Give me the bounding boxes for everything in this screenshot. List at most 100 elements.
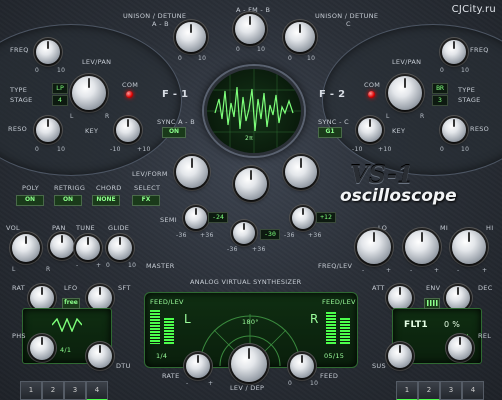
eq-lo-plus: +: [386, 267, 392, 274]
levform-knob-c[interactable]: [285, 156, 317, 188]
unison-detune-c-knob[interactable]: [285, 22, 315, 52]
tune-knob[interactable]: [76, 236, 100, 260]
lfo-ratio-display: 4/1: [60, 346, 72, 354]
f2-levpan-knob[interactable]: [388, 76, 422, 110]
f2-stage-display[interactable]: 3: [432, 95, 448, 106]
fx-feedlev-right-label: FEED/LEV: [322, 298, 356, 306]
semi-knob-c[interactable]: [292, 207, 314, 229]
tab-right-4[interactable]: 4: [462, 381, 484, 400]
env-bars-button[interactable]: [424, 298, 440, 309]
unison-detune-ab-knob[interactable]: [176, 22, 206, 52]
afm-knob[interactable]: [235, 14, 265, 44]
udc-max: 10: [307, 55, 316, 62]
unison-detune-ab-label: UNISON / DETUNE: [123, 12, 187, 20]
vol-l: L: [12, 266, 16, 273]
chord-button[interactable]: NONE: [92, 195, 120, 206]
pan-knob[interactable]: [50, 234, 74, 258]
env-rel-knob[interactable]: [448, 336, 472, 360]
fx-meter-right-b: [340, 318, 350, 344]
semi-label: SEMI: [160, 216, 177, 224]
f2-type-display[interactable]: BR: [432, 83, 448, 94]
f1-freq-min: 0: [35, 67, 40, 74]
env-sus-knob[interactable]: [388, 344, 412, 368]
f1-key-knob[interactable]: [116, 118, 140, 142]
f2-com-led[interactable]: [368, 91, 375, 98]
lfo-dtu-knob[interactable]: [88, 344, 112, 368]
fx-rate-label: RATE: [162, 372, 180, 380]
env-att-knob[interactable]: [388, 286, 412, 310]
f2-freq-knob[interactable]: [442, 40, 466, 64]
lfo-label: LFO: [64, 284, 78, 292]
vol-r: R: [46, 266, 51, 273]
f2-reso-knob[interactable]: [442, 118, 466, 142]
tune-label: TUNE: [76, 224, 95, 232]
tab-right-2[interactable]: 2: [418, 381, 440, 400]
f1-sync-button[interactable]: ON: [162, 127, 186, 138]
f1-stage-display[interactable]: 4: [52, 95, 68, 106]
lfo-sft-knob[interactable]: [88, 286, 112, 310]
title-vs: VS-1: [350, 160, 414, 189]
tab-left-3[interactable]: 3: [64, 381, 86, 400]
eq-hi-knob[interactable]: [452, 230, 486, 264]
semi-knob-a[interactable]: [185, 207, 207, 229]
synth-subtitle: ANALOG VIRTUAL SYNTHESIZER: [190, 278, 302, 286]
fx-feed-knob[interactable]: [290, 354, 314, 378]
levform-knob-b[interactable]: [235, 168, 267, 200]
f1-reso-knob[interactable]: [36, 118, 60, 142]
f1-pan-l: L: [70, 113, 74, 120]
f1-freq-max: 10: [57, 67, 66, 74]
lfo-free-button[interactable]: free: [62, 298, 80, 309]
tab-right-3[interactable]: 3: [440, 381, 462, 400]
env-filter-name: FLT1: [404, 320, 428, 330]
select-button[interactable]: FX: [132, 195, 160, 206]
f1-com-led[interactable]: [126, 91, 133, 98]
glide-knob[interactable]: [108, 236, 132, 260]
poly-button[interactable]: ON: [16, 195, 44, 206]
fx-feed-label: FEED: [320, 372, 339, 380]
lfo-rat-knob[interactable]: [30, 286, 54, 310]
eq-mi-label: MI: [440, 224, 449, 232]
f2-type-label: TYPE: [458, 86, 476, 94]
levform-knob-a[interactable]: [176, 156, 208, 188]
retrigg-button[interactable]: ON: [54, 195, 82, 206]
eq-lo-knob[interactable]: [357, 230, 391, 264]
glide-label: GLIDE: [108, 224, 130, 232]
lfo-phs-knob[interactable]: [30, 336, 54, 360]
tab-right-1[interactable]: 1: [396, 381, 418, 400]
eq-mi-minus: -: [410, 267, 413, 274]
env-dec-knob[interactable]: [446, 286, 470, 310]
synth-panel: CJCity.ru UNISON / DETUNE A - B A - FM -…: [0, 0, 502, 400]
f1-freq-knob[interactable]: [36, 40, 60, 64]
f1-levpan-knob[interactable]: [72, 76, 106, 110]
tab-left-2[interactable]: 2: [42, 381, 64, 400]
lfo-wave-icon: [52, 318, 82, 332]
tab-left-4[interactable]: 4: [86, 381, 108, 400]
vol-knob[interactable]: [12, 234, 40, 262]
lfo-phs-label: PHS: [12, 332, 26, 340]
f2-levpan-label: LEV/PAN: [392, 58, 422, 66]
f2-sync-button[interactable]: G1: [318, 127, 342, 138]
watermark: CJCity.ru: [451, 4, 496, 15]
tune-minus: -: [76, 262, 79, 269]
fx-levdep-knob[interactable]: [231, 346, 267, 382]
semi-knob-b[interactable]: [233, 222, 255, 244]
f1-type-label: TYPE: [10, 86, 28, 94]
tune-plus: +: [96, 262, 102, 269]
f1-key-label: KEY: [85, 127, 99, 135]
fx-rate-minus: -: [186, 380, 189, 387]
bars-icon: [427, 300, 438, 306]
eq-lo-minus: -: [362, 267, 365, 274]
fx-feed-min: 0: [288, 380, 293, 387]
env-label: ENV: [426, 284, 441, 292]
semi-c-min: -36: [284, 232, 295, 239]
f2-freq-label: FREQ: [470, 46, 489, 54]
tab-left-1[interactable]: 1: [20, 381, 42, 400]
master-label: MASTER: [146, 262, 175, 270]
eq-mi-knob[interactable]: [405, 230, 439, 264]
f1-freq-label: FREQ: [10, 46, 29, 54]
fx-rate-knob[interactable]: [186, 354, 210, 378]
f1-type-display[interactable]: LP: [52, 83, 68, 94]
f2-key-knob[interactable]: [358, 118, 382, 142]
f2-stage-label: STAGE: [458, 96, 481, 104]
f1-reso-label: RESO: [8, 125, 28, 133]
